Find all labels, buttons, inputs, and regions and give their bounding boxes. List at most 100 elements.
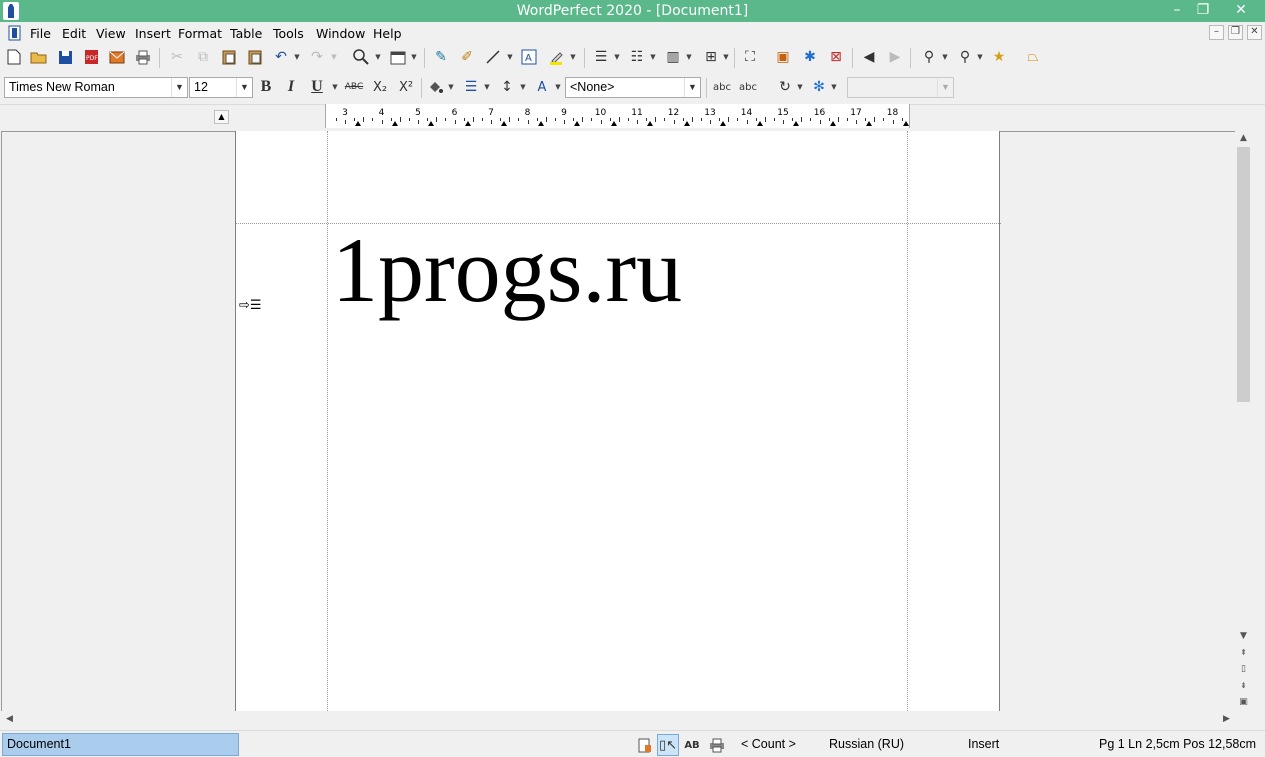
bullets-dropdown-icon[interactable]: ▼ xyxy=(649,46,657,68)
forward-arrow-icon[interactable]: ▶ xyxy=(884,46,906,68)
prompt-dropdown-icon[interactable]: ▼ xyxy=(796,76,804,98)
reference-icon[interactable]: ⊠ xyxy=(825,46,847,68)
tab-stop-marker[interactable] xyxy=(464,121,471,126)
copy-icon[interactable]: ⧉ xyxy=(192,46,214,68)
scroll-left-icon[interactable]: ◀ xyxy=(1,712,18,727)
justification-dropdown-icon[interactable]: ▼ xyxy=(483,76,491,98)
menu-view[interactable]: View xyxy=(96,26,126,41)
tab-stop-marker[interactable] xyxy=(720,121,726,126)
document-tab[interactable]: Document1 xyxy=(2,733,239,756)
menu-table[interactable]: Table xyxy=(230,26,262,41)
columns-icon[interactable]: ▥ xyxy=(662,46,684,68)
underline-dropdown-icon[interactable]: ▼ xyxy=(331,76,339,98)
menu-format[interactable]: Format xyxy=(178,26,222,41)
menu-window[interactable]: Window xyxy=(316,26,365,41)
shape-icon[interactable]: ⏢ xyxy=(1022,46,1044,68)
tab-stop-marker[interactable] xyxy=(428,121,434,126)
font-size-select[interactable]: 12 ▼ xyxy=(189,77,253,98)
fullscreen-icon[interactable]: ⛶ xyxy=(739,46,761,68)
strikethrough-button[interactable]: ABC xyxy=(343,76,365,98)
numbering-dropdown-icon[interactable]: ▼ xyxy=(613,46,621,68)
print-icon[interactable] xyxy=(132,46,154,68)
cut-icon[interactable]: ✂ xyxy=(166,46,188,68)
redo-dropdown-icon[interactable]: ▼ xyxy=(330,46,338,68)
calendar-icon[interactable] xyxy=(387,46,409,68)
scroll-up-icon[interactable]: ▲ xyxy=(1235,131,1252,146)
chevron-down-icon[interactable]: ▼ xyxy=(171,78,187,97)
font-color-dropdown-icon[interactable]: ▼ xyxy=(554,76,562,98)
document-page[interactable]: ⇨☰ 1progs.ru xyxy=(235,131,1001,711)
numbering-icon[interactable]: ☰ xyxy=(590,46,612,68)
underline-button[interactable]: U xyxy=(306,76,328,98)
save-icon[interactable] xyxy=(54,46,76,68)
highlight-dropdown-icon[interactable]: ▼ xyxy=(569,46,577,68)
spelling-status-icon[interactable]: AB xyxy=(681,734,703,756)
style-select[interactable]: <None> ▼ xyxy=(565,77,701,98)
restore-button[interactable]: ❐ xyxy=(1190,0,1216,22)
menu-edit[interactable]: Edit xyxy=(62,26,86,41)
redo-icon[interactable]: ↷ xyxy=(306,46,328,68)
close-button[interactable]: ✕ xyxy=(1228,0,1254,22)
scroll-thumb[interactable] xyxy=(1237,147,1250,402)
quickformat-dropdown-icon[interactable]: ▼ xyxy=(976,46,984,68)
star-icon[interactable]: ★ xyxy=(988,46,1010,68)
menu-tools[interactable]: Tools xyxy=(273,26,304,41)
columns-dropdown-icon[interactable]: ▼ xyxy=(685,46,693,68)
scroll-down-icon[interactable]: ▼ xyxy=(1235,629,1252,644)
publish-icon[interactable] xyxy=(106,46,128,68)
paragraph-marker-icon[interactable]: ⇨☰ xyxy=(239,298,262,313)
subscript-button[interactable]: X₂ xyxy=(369,76,391,98)
paste-icon[interactable] xyxy=(218,46,240,68)
zoom-icon[interactable] xyxy=(350,46,372,68)
zoom-dropdown-icon[interactable]: ▼ xyxy=(374,46,382,68)
back-arrow-icon[interactable]: ◀ xyxy=(858,46,880,68)
undo-dropdown-icon[interactable]: ▼ xyxy=(293,46,301,68)
scroll-right-icon[interactable]: ▶ xyxy=(1218,712,1235,727)
doc-minimize-button[interactable]: – xyxy=(1209,25,1224,40)
zoom-select[interactable]: ▼ xyxy=(847,77,954,98)
ruler[interactable]: 3 4 5 6 7 8 9 10 11 12 13 14 15 16 17 18 xyxy=(325,104,910,128)
doc-restore-button[interactable]: ❐ xyxy=(1228,25,1243,40)
asterisk-icon[interactable]: ✱ xyxy=(799,46,821,68)
font-name-select[interactable]: Times New Roman ▼ xyxy=(4,77,188,98)
superscript-button[interactable]: X² xyxy=(395,76,417,98)
menu-help[interactable]: Help xyxy=(373,26,402,41)
tab-stop-marker[interactable] xyxy=(391,121,398,126)
tab-stop-marker[interactable] xyxy=(537,121,544,126)
bookmark-icon[interactable]: ▣ xyxy=(772,46,794,68)
insert-mode-status[interactable]: Insert xyxy=(968,737,999,751)
document-icon[interactable] xyxy=(8,25,21,41)
minimize-button[interactable]: – xyxy=(1164,0,1190,22)
quickcorrect-dropdown-icon[interactable]: ▼ xyxy=(830,76,838,98)
calendar-dropdown-icon[interactable]: ▼ xyxy=(410,46,418,68)
bullets-icon[interactable]: ☷ xyxy=(626,46,648,68)
previous-page-icon[interactable]: ⇞ xyxy=(1235,645,1252,660)
grammar-check-button[interactable]: abc xyxy=(737,76,759,98)
tab-stop-marker[interactable] xyxy=(574,121,580,126)
chevron-down-icon[interactable]: ▼ xyxy=(684,78,700,97)
tab-stop-marker[interactable] xyxy=(683,121,690,126)
new-document-icon[interactable] xyxy=(3,46,25,68)
paste-special-icon[interactable] xyxy=(244,46,266,68)
word-count[interactable]: < Count > xyxy=(741,737,796,751)
tab-stop-marker[interactable] xyxy=(647,121,653,126)
tab-stop-marker[interactable] xyxy=(610,121,617,126)
line-spacing-icon[interactable]: ↕ xyxy=(496,76,518,98)
fill-color-dropdown-icon[interactable]: ▼ xyxy=(447,76,455,98)
menu-insert[interactable]: Insert xyxy=(135,26,171,41)
macro-icon[interactable] xyxy=(634,734,656,756)
tab-stop-marker[interactable] xyxy=(829,121,836,126)
quickcorrect-icon[interactable]: ✻ xyxy=(808,76,830,98)
language-status[interactable]: Russian (RU) xyxy=(829,737,904,751)
cursor-position-status[interactable]: Pg 1 Ln 2,5cm Pos 12,58cm xyxy=(1099,737,1256,751)
draw-icon[interactable]: ✐ xyxy=(456,46,478,68)
tab-stop-marker[interactable] xyxy=(756,121,763,126)
table-dropdown-icon[interactable]: ▼ xyxy=(722,46,730,68)
highlight-icon[interactable] xyxy=(546,46,568,68)
italic-button[interactable]: I xyxy=(280,76,302,98)
open-folder-icon[interactable] xyxy=(28,46,50,68)
font-style-icon[interactable]: ⚲ xyxy=(918,46,940,68)
chevron-down-icon[interactable]: ▼ xyxy=(937,78,953,97)
menu-file[interactable]: File xyxy=(30,26,51,41)
font-style-dropdown-icon[interactable]: ▼ xyxy=(941,46,949,68)
